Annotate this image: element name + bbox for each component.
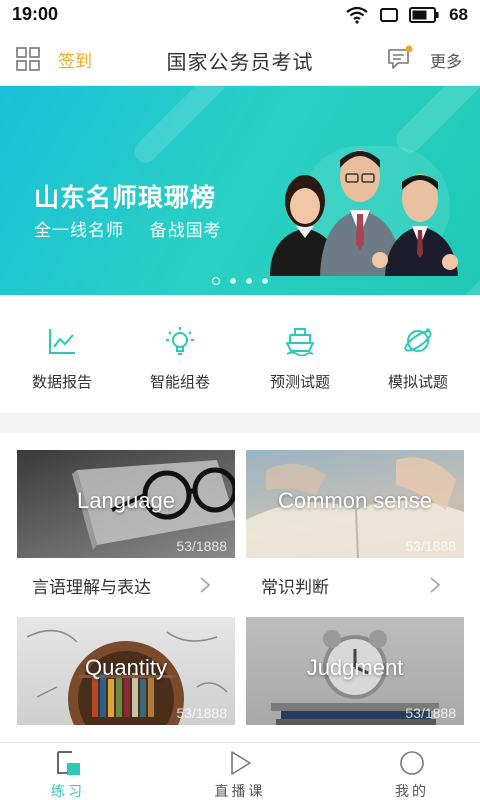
action-label: 智能组卷	[149, 373, 210, 391]
smart-paper-button[interactable]: 智能组卷	[130, 325, 230, 392]
mock-exam-button[interactable]: 模拟试题	[368, 325, 468, 392]
teachers-photo	[270, 150, 458, 276]
banner-subtitle: 全一线名师 备战国考	[34, 221, 222, 241]
top-nav-bar: 签到 国家公务员考试 更多	[0, 30, 480, 86]
screen-rotation-icon	[380, 8, 399, 22]
predict-questions-button[interactable]: 预测试题	[250, 325, 350, 392]
tab-label: 练习	[51, 784, 85, 800]
card-count: 53/1888	[176, 538, 227, 554]
planet-icon	[404, 328, 432, 352]
category-card-judgment[interactable]: Judgment 53/1888	[246, 617, 464, 725]
wifi-icon	[346, 6, 368, 24]
category-label-language[interactable]: 言语理解与表达	[32, 573, 151, 598]
play-icon	[231, 751, 251, 775]
carousel-dot[interactable]	[246, 278, 252, 284]
action-label: 模拟试题	[387, 373, 448, 391]
action-label: 预测试题	[269, 373, 330, 391]
card-count: 53/1888	[176, 705, 227, 721]
chevron-right-icon[interactable]	[428, 576, 442, 594]
card-count: 53/1888	[405, 538, 456, 554]
data-report-button[interactable]: 数据报告	[12, 325, 112, 392]
section-divider	[0, 413, 480, 433]
tab-label: 我的	[395, 784, 429, 800]
practice-icon	[57, 751, 80, 775]
category-card-language[interactable]: Language 53/1888	[17, 450, 235, 558]
status-bar: 19:00 68	[0, 0, 480, 30]
carousel-dot[interactable]	[230, 278, 236, 284]
banner-decoration	[129, 86, 231, 168]
profile-icon	[400, 751, 424, 775]
lightbulb-icon	[166, 327, 194, 355]
more-button[interactable]: 更多	[430, 48, 462, 72]
battery-icon	[409, 7, 439, 23]
category-label-common-sense[interactable]: 常识判断	[261, 573, 329, 598]
carousel-dot[interactable]	[262, 278, 268, 284]
card-title: Common sense	[277, 488, 433, 513]
status-icons: 68	[345, 4, 468, 26]
card-count: 53/1888	[405, 705, 456, 721]
ship-icon	[286, 328, 314, 357]
promo-banner[interactable]: 山东名师琅琊榜 全一线名师 备战国考	[0, 86, 480, 295]
bottom-tab-bar: 练习 直播课 我的	[0, 742, 480, 800]
banner-title: 山东名师琅琊榜	[34, 183, 217, 212]
chevron-right-icon[interactable]	[198, 576, 212, 594]
chart-icon	[49, 329, 75, 354]
quick-actions: 数据报告 智能组卷 预测试题 模拟试题	[0, 295, 480, 413]
card-title: Quantity	[85, 655, 167, 680]
tab-profile[interactable]: 我的	[352, 743, 472, 800]
category-card-common-sense[interactable]: Common sense 53/1888	[246, 450, 464, 558]
card-title: Language	[77, 488, 175, 513]
tab-practice[interactable]: 练习	[8, 743, 128, 800]
notification-dot	[405, 45, 413, 53]
category-card-quantity[interactable]: Quantity 53/1888	[17, 617, 235, 725]
status-time: 19:00	[12, 4, 59, 24]
tab-live-class[interactable]: 直播课	[180, 743, 300, 800]
message-icon[interactable]	[386, 44, 414, 72]
tab-label: 直播课	[214, 784, 266, 800]
card-title: Judgment	[306, 655, 404, 680]
action-label: 数据报告	[31, 373, 92, 391]
carousel-indicator[interactable]	[0, 277, 480, 285]
carousel-dot[interactable]	[212, 277, 220, 285]
battery-percent: 68	[449, 5, 468, 24]
